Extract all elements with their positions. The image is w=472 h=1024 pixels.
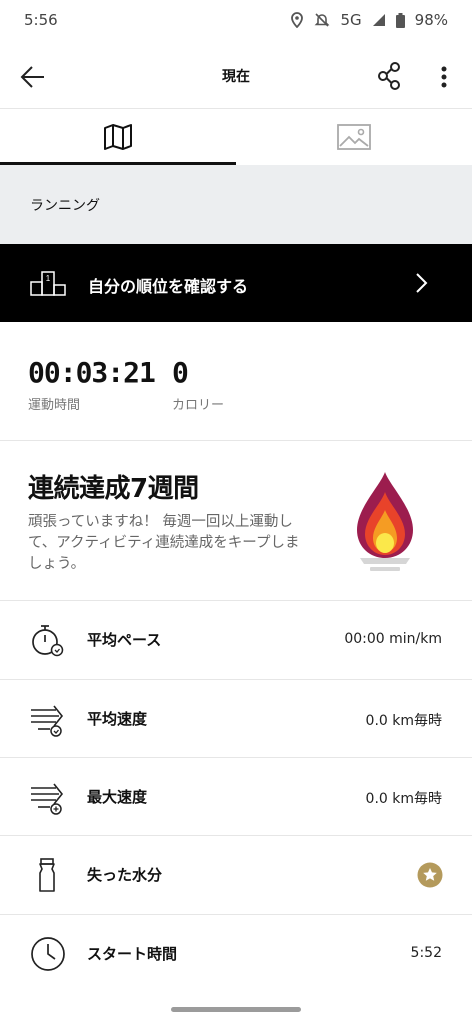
- premium-star-icon[interactable]: [417, 862, 443, 888]
- calories-stat: 0 カロリー: [172, 356, 224, 413]
- chevron-right-icon: [416, 273, 428, 293]
- activity-type-label: ランニング: [30, 197, 100, 214]
- metric-value: 00:00 min/km: [344, 631, 442, 647]
- flame-icon: [357, 472, 413, 571]
- metric-label: 平均速度: [87, 710, 148, 728]
- metric-label: 最大速度: [87, 788, 148, 806]
- duration-value: 00:03:21: [28, 356, 156, 389]
- water-bottle-icon: [39, 858, 55, 892]
- average-speed-icon: [31, 705, 64, 737]
- tab-photo[interactable]: [236, 110, 472, 164]
- stopwatch-icon: [32, 625, 64, 657]
- mute-icon: [315, 13, 330, 27]
- ranking-banner[interactable]: 1 自分の順位を確認する: [0, 244, 472, 322]
- metric-row-start-time: スタート時間 5:52: [0, 915, 472, 993]
- metric-row-max-speed: 最大速度 0.0 km毎時: [0, 758, 472, 836]
- streak-description: 頑張っていますね！ 毎週一回以上運動して、アクティビティ連続達成をキープしましょ…: [28, 514, 300, 572]
- clock-icon: [31, 937, 65, 971]
- app-bar: 現在: [0, 44, 472, 108]
- activity-type-band: ランニング: [0, 165, 472, 244]
- share-icon[interactable]: [376, 61, 404, 91]
- metric-value: 0.0 km毎時: [365, 791, 442, 807]
- duration-stat: 00:03:21 運動時間: [28, 356, 156, 413]
- tab-map[interactable]: [0, 110, 236, 164]
- battery-icon: [395, 12, 405, 28]
- home-indicator: [171, 1007, 301, 1012]
- image-icon: [337, 124, 371, 150]
- status-icons: 5G 98%: [290, 11, 448, 29]
- status-bar: 5:56 5G 98%: [0, 0, 472, 40]
- metric-label: 平均ペース: [87, 631, 162, 649]
- streak-title: 連続達成7週間: [28, 474, 199, 504]
- max-speed-icon: [31, 783, 64, 815]
- battery-percent: 98%: [414, 11, 448, 29]
- svg-text:1: 1: [46, 274, 51, 283]
- calories-label: カロリー: [172, 398, 225, 413]
- calories-value: 0: [172, 356, 189, 389]
- metric-row-average-speed: 平均速度 0.0 km毎時: [0, 680, 472, 758]
- ranking-label: 自分の順位を確認する: [88, 277, 249, 296]
- app-bar-divider: [0, 108, 472, 109]
- network-label: 5G: [340, 11, 362, 29]
- podium-icon: 1: [30, 271, 66, 296]
- map-icon: [104, 124, 132, 150]
- location-icon: [291, 12, 304, 28]
- metric-row-water-loss[interactable]: 失った水分: [0, 836, 472, 914]
- metric-label: 失った水分: [87, 866, 163, 884]
- signal-icon: [372, 14, 385, 26]
- metric-value: 5:52: [410, 945, 442, 961]
- divider: [0, 440, 472, 441]
- duration-label: 運動時間: [28, 398, 81, 413]
- more-vert-icon[interactable]: [432, 62, 456, 92]
- metric-row-average-pace: 平均ペース 00:00 min/km: [0, 601, 472, 679]
- metric-value: 0.0 km毎時: [365, 713, 442, 729]
- metric-label: スタート時間: [87, 945, 178, 963]
- status-time: 5:56: [24, 11, 58, 29]
